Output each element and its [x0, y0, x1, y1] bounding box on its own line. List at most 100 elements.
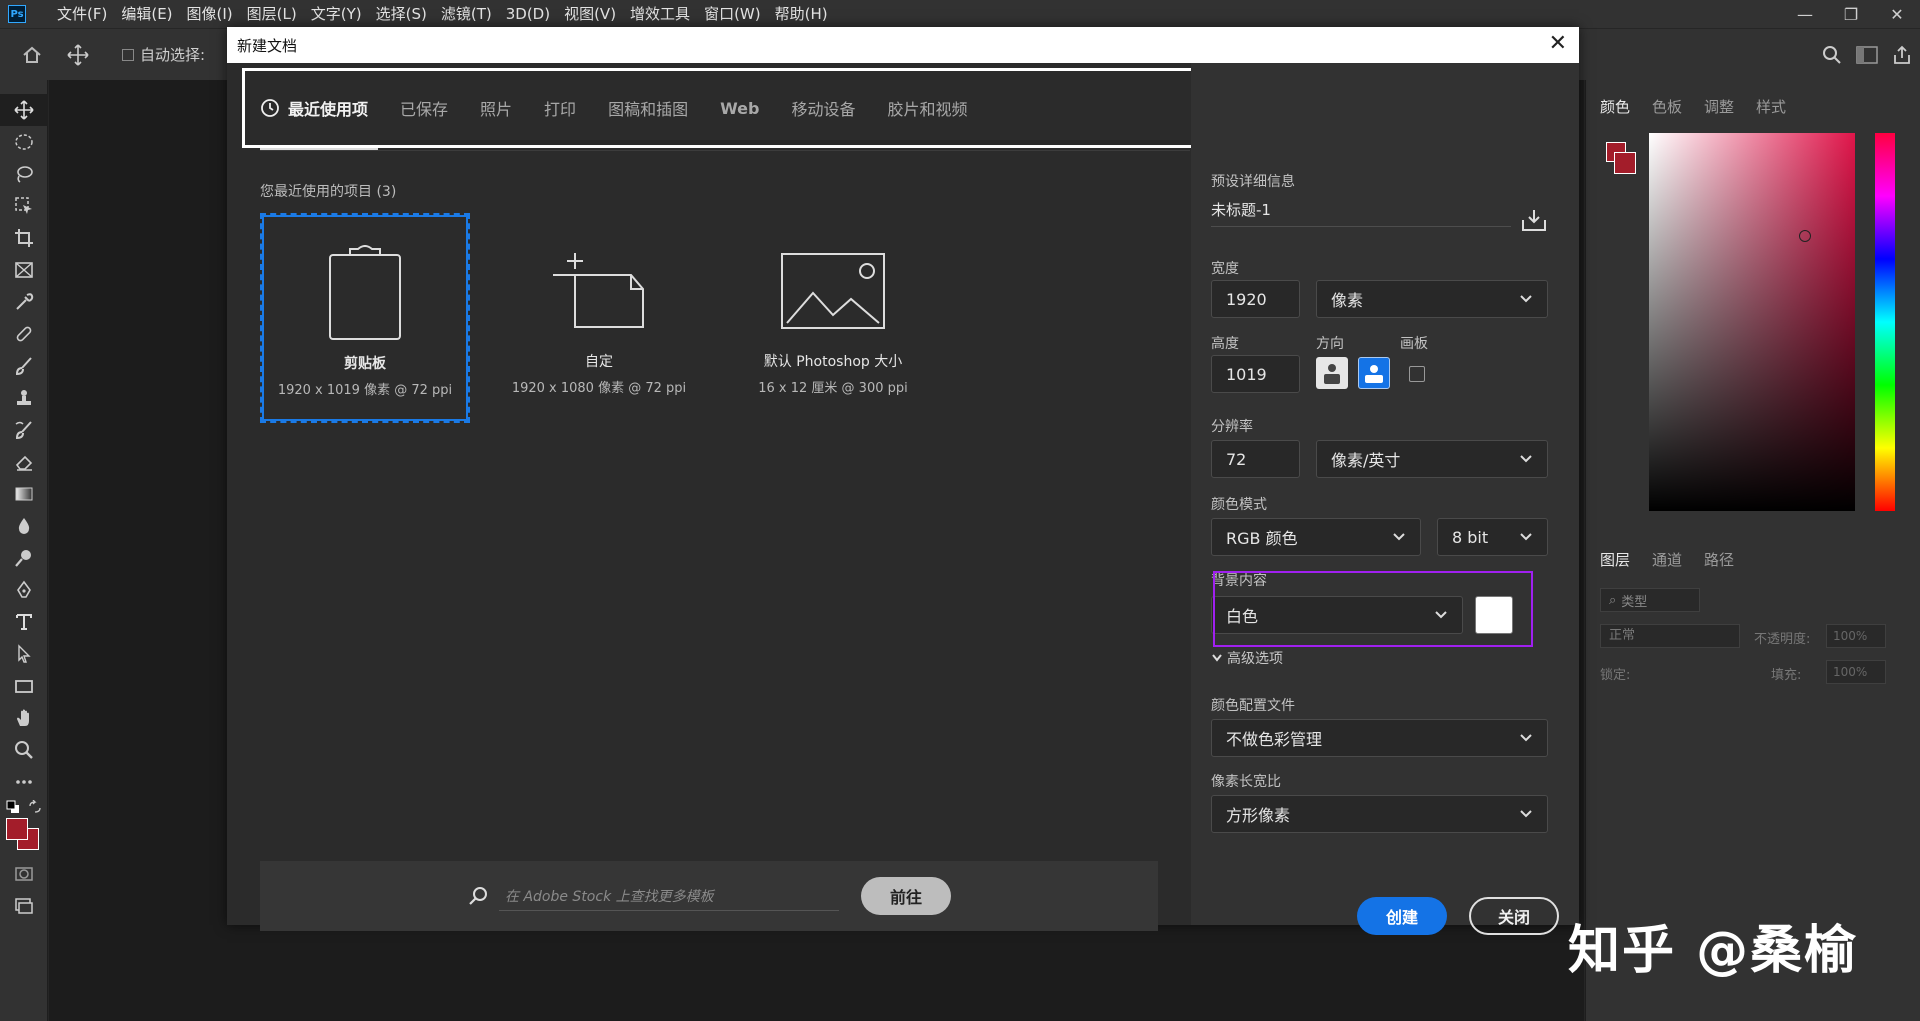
- default-colors-icon[interactable]: [6, 800, 20, 814]
- auto-select-checkbox[interactable]: [122, 48, 134, 61]
- menu-file[interactable]: 文件(F): [50, 0, 114, 28]
- crop-tool-icon[interactable]: [0, 222, 48, 254]
- blur-tool-icon[interactable]: [0, 510, 48, 542]
- hand-tool-icon[interactable]: [0, 702, 48, 734]
- marquee-tool-icon[interactable]: [0, 126, 48, 158]
- menu-plugins[interactable]: 增效工具: [623, 0, 697, 28]
- frame-tool-icon[interactable]: [0, 254, 48, 286]
- preset-details-panel: 预设详细信息 未标题-1 宽度 1920 像素 高度 1019 方向 画板 分辨…: [1191, 63, 1579, 935]
- home-icon[interactable]: [18, 41, 46, 69]
- pixel-aspect-select[interactable]: 方形像素: [1211, 795, 1548, 833]
- color-mode-label: 颜色模式: [1211, 497, 1267, 513]
- path-selection-tool-icon[interactable]: [0, 638, 48, 670]
- preset-card-default[interactable]: 默认 Photoshop 大小 16 x 12 厘米 @ 300 ppi: [728, 213, 938, 423]
- healing-brush-tool-icon[interactable]: [0, 318, 48, 350]
- dodge-tool-icon[interactable]: [0, 542, 48, 574]
- tab-paths[interactable]: 路径: [1704, 549, 1734, 570]
- chevron-down-icon: [1520, 734, 1532, 742]
- resolution-unit-value: 像素/英寸: [1331, 451, 1401, 470]
- tab-channels[interactable]: 通道: [1652, 549, 1682, 570]
- auto-select-label: 自动选择:: [140, 46, 206, 64]
- screen-mode-icon[interactable]: [0, 890, 48, 922]
- close-window-icon[interactable]: ✕: [1874, 0, 1920, 28]
- lasso-tool-icon[interactable]: [0, 158, 48, 190]
- landscape-orientation-button[interactable]: [1358, 357, 1390, 389]
- opacity-field[interactable]: 100%: [1826, 624, 1886, 648]
- rectangle-tool-icon[interactable]: [0, 670, 48, 702]
- brush-tool-icon[interactable]: [0, 350, 48, 382]
- preset-details-label: 预设详细信息: [1211, 174, 1295, 190]
- create-button[interactable]: 创建: [1357, 897, 1447, 935]
- object-select-tool-icon[interactable]: [0, 190, 48, 222]
- tab-styles[interactable]: 样式: [1756, 96, 1786, 117]
- gradient-tool-icon[interactable]: [0, 478, 48, 510]
- layer-filter-select[interactable]: ⌕ 类型: [1600, 588, 1700, 612]
- artboard-checkbox[interactable]: [1409, 366, 1425, 382]
- color-profile-select[interactable]: 不做色彩管理: [1211, 719, 1548, 757]
- tab-adjustments[interactable]: 调整: [1704, 96, 1734, 117]
- color-mode-select[interactable]: RGB 颜色: [1211, 518, 1421, 556]
- width-unit-select[interactable]: 像素: [1316, 280, 1548, 318]
- clone-stamp-tool-icon[interactable]: [0, 382, 48, 414]
- menu-type[interactable]: 文字(Y): [304, 0, 369, 28]
- tab-color[interactable]: 颜色: [1600, 96, 1630, 117]
- recent-items-label: 您最近使用的项目 (3): [260, 184, 397, 200]
- fill-field[interactable]: 100%: [1826, 660, 1886, 684]
- close-button[interactable]: 关闭: [1469, 897, 1559, 935]
- width-label: 宽度: [1211, 261, 1239, 277]
- foreground-color-swatch[interactable]: [6, 818, 28, 840]
- type-tool-icon[interactable]: [0, 606, 48, 638]
- dialog-close-icon[interactable]: ✕: [1549, 33, 1567, 55]
- bit-depth-select[interactable]: 8 bit: [1437, 518, 1548, 556]
- stock-go-button[interactable]: 前往: [861, 877, 951, 915]
- move-tool-options-icon[interactable]: [64, 41, 92, 69]
- tab-layers[interactable]: 图层: [1600, 549, 1630, 570]
- menu-edit[interactable]: 编辑(E): [114, 0, 179, 28]
- menu-select[interactable]: 选择(S): [369, 0, 434, 28]
- more-tools-icon[interactable]: [0, 766, 48, 798]
- panel-bg-swatch[interactable]: [1614, 152, 1636, 174]
- pen-tool-icon[interactable]: [0, 574, 48, 606]
- quick-mask-icon[interactable]: [0, 858, 48, 890]
- eyedropper-tool-icon[interactable]: [0, 286, 48, 318]
- save-preset-icon[interactable]: [1521, 208, 1547, 232]
- resolution-input[interactable]: 72: [1211, 440, 1300, 478]
- minimize-icon[interactable]: —: [1782, 0, 1828, 28]
- eraser-tool-icon[interactable]: [0, 446, 48, 478]
- artboard-label: 画板: [1400, 336, 1428, 352]
- swap-colors-icon[interactable]: [28, 800, 42, 814]
- menu-3d[interactable]: 3D(D): [499, 0, 557, 28]
- restore-icon[interactable]: ❐: [1828, 0, 1874, 28]
- recent-presets: 剪贴板 1920 x 1019 像素 @ 72 ppi 自定 1920 x 10…: [260, 213, 938, 423]
- auto-select-option[interactable]: 自动选择:: [122, 44, 205, 65]
- move-tool-icon[interactable]: [0, 94, 48, 126]
- preset-card-custom[interactable]: 自定 1920 x 1080 像素 @ 72 ppi: [494, 213, 704, 423]
- resolution-unit-select[interactable]: 像素/英寸: [1316, 440, 1548, 478]
- menu-window[interactable]: 窗口(W): [697, 0, 768, 28]
- menu-view[interactable]: 视图(V): [557, 0, 623, 28]
- hue-slider[interactable]: [1875, 133, 1895, 511]
- blend-mode-select[interactable]: 正常: [1600, 624, 1740, 648]
- color-picker-cursor[interactable]: [1799, 230, 1811, 242]
- document-name-field[interactable]: 未标题-1: [1211, 193, 1511, 227]
- zoom-tool-icon[interactable]: [0, 734, 48, 766]
- workspace-icon[interactable]: [1856, 46, 1878, 64]
- search-icon[interactable]: [1822, 45, 1842, 65]
- width-input[interactable]: 1920: [1211, 280, 1300, 318]
- color-swatches: [0, 798, 48, 858]
- tab-swatches[interactable]: 色板: [1652, 96, 1682, 117]
- height-label: 高度: [1211, 336, 1239, 352]
- preset-card-clipboard[interactable]: 剪贴板 1920 x 1019 像素 @ 72 ppi: [260, 213, 470, 423]
- color-mode-value: RGB 颜色: [1226, 529, 1298, 548]
- share-icon[interactable]: [1892, 45, 1912, 65]
- color-picker-field[interactable]: [1649, 133, 1855, 511]
- menu-image[interactable]: 图像(I): [180, 0, 240, 28]
- menu-help[interactable]: 帮助(H): [768, 0, 835, 28]
- history-brush-tool-icon[interactable]: [0, 414, 48, 446]
- menu-layer[interactable]: 图层(L): [240, 0, 304, 28]
- stock-search-input[interactable]: 在 Adobe Stock 上查找更多模板: [499, 881, 839, 911]
- menu-filter[interactable]: 滤镜(T): [434, 0, 499, 28]
- advanced-options-toggle[interactable]: 高级选项: [1211, 648, 1283, 668]
- height-input[interactable]: 1019: [1211, 355, 1300, 393]
- portrait-orientation-button[interactable]: [1316, 357, 1348, 389]
